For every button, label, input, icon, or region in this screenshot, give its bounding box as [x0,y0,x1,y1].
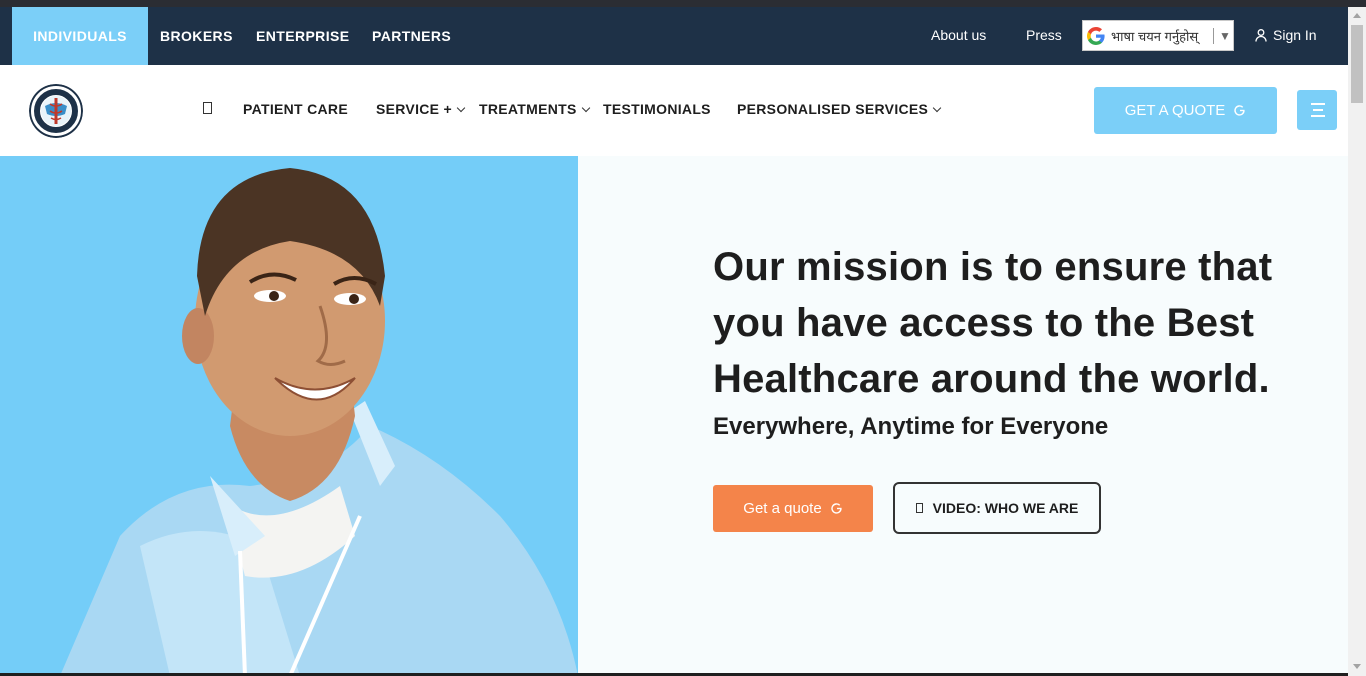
tab-brokers[interactable]: BROKERS [160,7,233,65]
main-navigation: PATIENT CARE SERVICE + TREATMENTS TESTIM… [0,65,1348,156]
menu-line-icon [1311,103,1325,105]
sign-in-link[interactable]: Sign In [1255,7,1317,63]
user-icon [1255,28,1267,42]
nav-personalised-services-label: PERSONALISED SERVICES [737,101,929,117]
tab-enterprise[interactable]: ENTERPRISE [256,7,349,65]
window-top-border [0,0,1366,7]
language-selector-label: भाषा चयन गर्नुहोस् [1111,28,1199,44]
nav-patient-care-label: PATIENT CARE [243,101,348,117]
video-who-we-are-button[interactable]: VIDEO: WHO WE ARE [893,482,1101,534]
hero-get-quote-button[interactable]: Get a quote [713,485,873,532]
get-a-quote-label: GET A QUOTE [1124,102,1226,119]
nav-testimonials-label: TESTIMONIALS [603,101,711,117]
nav-treatments-label: TREATMENTS [479,101,577,117]
language-selector[interactable]: भाषा चयन गर्नुहोस् ▼ [1082,20,1234,51]
hero-section: Our mission is to ensure that you have a… [0,156,1348,676]
menu-line-icon [1313,109,1323,111]
refresh-arrow-icon [831,503,842,514]
tab-partners[interactable]: PARTNERS [372,7,451,65]
sign-in-label: Sign In [1273,27,1317,43]
nav-service-label: SERVICE + [376,101,452,117]
language-separator [1213,27,1214,44]
nav-personalised-services[interactable]: PERSONALISED SERVICES [737,101,942,117]
menu-line-icon [1311,115,1325,117]
scroll-down-arrow-icon[interactable] [1353,664,1361,669]
about-us-link[interactable]: About us [931,7,986,63]
chevron-down-icon [456,103,466,113]
tab-individuals[interactable]: INDIVIDUALS [12,7,148,65]
home-icon[interactable] [203,102,212,114]
press-link[interactable]: Press [1026,7,1062,63]
hero-title: Our mission is to ensure that you have a… [713,245,1273,401]
hero-subtitle: Everywhere, Anytime for Everyone [713,413,1109,440]
audience-topbar: INDIVIDUALS BROKERS ENTERPRISE PARTNERS … [0,7,1348,65]
company-logo[interactable] [29,84,83,138]
nav-testimonials[interactable]: TESTIMONIALS [603,101,711,117]
hero-get-quote-label: Get a quote [743,500,822,517]
hero-photo [0,156,578,676]
video-who-we-are-label: VIDEO: WHO WE ARE [932,500,1079,516]
google-g-icon [1087,26,1105,45]
nav-treatments[interactable]: TREATMENTS [479,101,590,117]
refresh-arrow-icon [1234,105,1245,116]
play-icon [915,503,923,513]
smiling-man-illustration [0,156,578,676]
page-scrollbar[interactable] [1348,7,1366,676]
get-a-quote-button[interactable]: GET A QUOTE [1094,87,1277,134]
nav-patient-care[interactable]: PATIENT CARE [243,101,348,117]
chevron-down-icon [932,103,942,113]
scroll-up-arrow-icon[interactable] [1353,13,1361,18]
chevron-down-icon: ▼ [1219,28,1231,43]
scroll-thumb[interactable] [1351,25,1363,103]
nav-service[interactable]: SERVICE + [376,101,466,117]
hamburger-menu-button[interactable] [1297,90,1337,130]
chevron-down-icon [581,103,590,113]
